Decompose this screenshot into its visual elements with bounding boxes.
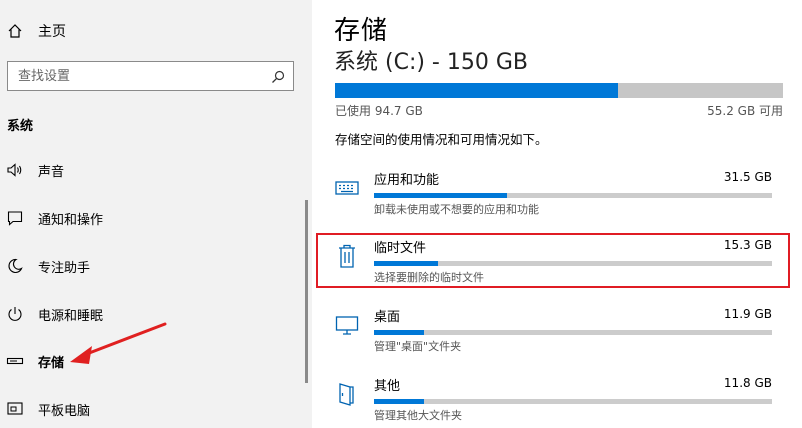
usage-description: 存储空间的使用情况和可用情况如下。 — [335, 132, 548, 147]
storage-page: 存储 系统 (C:) - 150 GB 已使用 94.7 GB 55.2 GB … — [312, 0, 802, 428]
category-size: 11.8 GB — [723, 376, 772, 390]
storage-drive-icon — [6, 352, 24, 370]
trash-icon — [334, 243, 360, 269]
category-subtitle: 卸载未使用或不想要的应用和功能 — [374, 203, 539, 216]
sidebar-item-label: 通知和操作 — [38, 212, 104, 228]
other-files-icon — [334, 381, 360, 407]
sidebar-item-label: 平板电脑 — [38, 403, 91, 419]
keyboard-icon — [334, 175, 360, 201]
category-usage-bar — [374, 193, 772, 198]
home-label: 主页 — [38, 24, 66, 40]
power-icon — [6, 305, 24, 323]
tablet-icon — [6, 400, 24, 418]
free-space-label: 55.2 GB 可用 — [707, 104, 783, 118]
settings-sidebar: 主页 系统 声音 通知和操作 专注助手 电源和睡眠 存储 — [0, 0, 312, 428]
sidebar-item-notifications[interactable]: 通知和操作 — [0, 201, 300, 235]
used-space-label: 已使用 94.7 GB — [335, 104, 423, 118]
sidebar-item-label: 存储 — [38, 355, 65, 371]
category-usage-bar — [374, 399, 772, 404]
sidebar-item-power-sleep[interactable]: 电源和睡眠 — [0, 297, 300, 331]
category-usage-fill — [374, 193, 507, 198]
drive-usage-bar — [335, 83, 783, 98]
category-size: 11.9 GB — [723, 307, 772, 321]
search-icon[interactable] — [271, 69, 285, 83]
sidebar-item-focus-assist[interactable]: 专注助手 — [0, 249, 300, 283]
category-size: 15.3 GB — [723, 238, 772, 252]
category-usage-fill — [374, 399, 424, 404]
notification-icon — [6, 209, 24, 227]
category-name: 桌面 — [374, 310, 401, 325]
sidebar-item-label: 专注助手 — [38, 260, 91, 276]
search-box[interactable] — [7, 61, 294, 91]
speaker-icon — [6, 161, 24, 179]
search-input[interactable] — [8, 62, 258, 90]
page-title: 存储 — [334, 16, 389, 46]
sidebar-item-sound[interactable]: 声音 — [0, 153, 300, 187]
sidebar-item-tablet[interactable]: 平板电脑 — [0, 392, 300, 426]
category-subtitle: 管理"桌面"文件夹 — [374, 340, 462, 353]
home-nav-item[interactable]: 主页 — [7, 18, 66, 44]
category-subtitle: 管理其他大文件夹 — [374, 409, 462, 422]
category-usage-fill — [374, 261, 439, 266]
monitor-icon — [334, 312, 360, 338]
section-title: 系统 — [7, 119, 34, 134]
category-name: 其他 — [374, 379, 401, 394]
drive-usage-fill — [335, 83, 618, 98]
category-desktop[interactable]: 桌面 11.9 GB 管理"桌面"文件夹 — [332, 306, 778, 362]
category-size: 31.5 GB — [723, 170, 772, 184]
category-temporary-files[interactable]: 临时文件 15.3 GB 选择要删除的临时文件 — [332, 237, 778, 293]
sidebar-item-label: 电源和睡眠 — [38, 308, 104, 324]
drive-title: 系统 (C:) - 150 GB — [334, 50, 528, 75]
category-usage-fill — [374, 330, 425, 335]
category-usage-bar — [374, 261, 772, 266]
moon-icon — [6, 257, 24, 275]
category-name: 临时文件 — [374, 241, 427, 256]
category-other[interactable]: 其他 11.8 GB 管理其他大文件夹 — [332, 375, 778, 428]
sidebar-item-storage[interactable]: 存储 — [0, 344, 300, 378]
category-usage-bar — [374, 330, 772, 335]
sidebar-scrollbar[interactable] — [305, 200, 308, 383]
category-name: 应用和功能 — [374, 173, 440, 188]
category-apps-features[interactable]: 应用和功能 31.5 GB 卸载未使用或不想要的应用和功能 — [332, 169, 778, 225]
category-subtitle: 选择要删除的临时文件 — [374, 271, 484, 284]
sidebar-item-label: 声音 — [38, 164, 65, 180]
home-icon — [7, 23, 23, 39]
